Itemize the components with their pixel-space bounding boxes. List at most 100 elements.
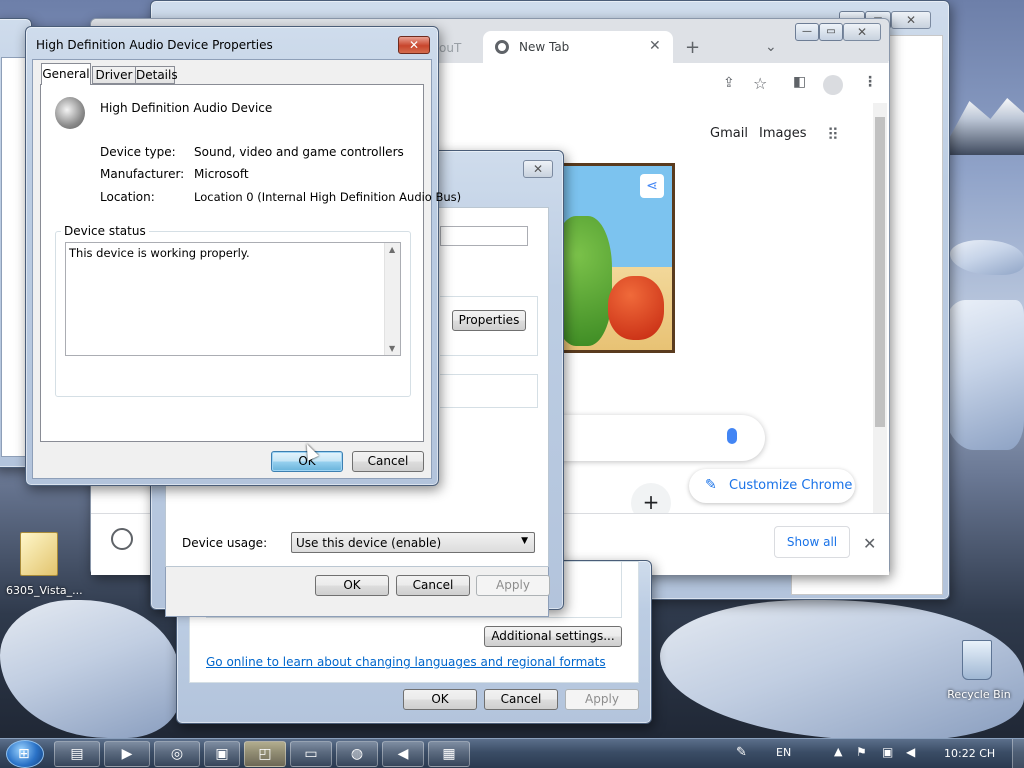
ice-bg [940,300,1024,450]
speaker-icon [55,97,85,129]
status-scrollbar[interactable]: ▲ ▼ [384,243,400,355]
device-status-label: Device status [61,224,149,238]
close-download-bar-icon[interactable]: ✕ [863,534,876,553]
dialog-close-button[interactable]: ✕ [398,36,430,54]
side-panel-icon[interactable]: ◧ [793,74,806,90]
share-icon[interactable]: ⇪ [723,75,735,91]
dropdown-arrow-icon: ▼ [521,536,528,546]
device-dialog-close-button[interactable]: ✕ [523,160,553,178]
images-link[interactable]: Images [759,126,807,141]
additional-settings-button[interactable]: Additional settings... [484,626,622,647]
taskbar-window-2[interactable]: ▭ [290,741,332,767]
manufacturer-label: Manufacturer: [100,167,185,181]
flag-icon[interactable]: ⚑ [856,745,867,759]
recycle-bin-icon [962,640,992,680]
chrome-icon: ◎ [170,746,184,762]
apps-grid-icon[interactable]: ⠿ [827,125,839,144]
ice-bg [0,600,180,738]
region-cancel-button[interactable]: Cancel [484,689,558,710]
profile-avatar-icon[interactable] [823,75,843,95]
chrome-logo-icon [495,40,509,54]
ice-bg [950,240,1024,275]
device-type-value: Sound, video and game controllers [194,145,404,159]
device-manager-icon: ▣ [215,746,229,762]
page-scrollbar[interactable] [873,103,887,513]
show-all-button[interactable]: Show all [774,526,850,558]
device-ok-button[interactable]: OK [315,575,389,596]
close-button[interactable]: ✕ [891,11,931,29]
general-tab-panel: High Definition Audio Device Device type… [40,84,461,442]
location-value: Location 0 (Internal High Definition Aud… [194,190,462,204]
device-status-text: This device is working properly. [69,246,250,260]
tab-partial[interactable]: ouT [439,41,461,55]
show-desktop-button[interactable] [1012,739,1024,768]
region-apply-button[interactable]: Apply [565,689,639,710]
tab-close-icon[interactable]: ✕ [649,38,661,54]
online-info-link[interactable]: Go online to learn about changing langua… [206,655,606,669]
action-center-icon[interactable]: ✎ [736,745,747,760]
desktop-recycle-bin[interactable]: Recycle Bin [942,638,1016,704]
taskbar-network[interactable]: ◍ [336,741,378,767]
tab-details[interactable]: Details [135,66,178,84]
globe-icon: ◍ [350,746,364,762]
device-type-label: Device type: [100,145,176,159]
bookmark-star-icon[interactable]: ☆ [753,74,767,93]
tab-search-icon[interactable]: ⌄ [765,39,777,55]
speaker-icon: ◀ [397,746,409,762]
window-icon: ▭ [304,746,318,762]
language-indicator[interactable]: EN [776,746,791,759]
start-button[interactable]: ⊞ [6,740,44,768]
desktop-folder-label: 6305_Vista_... [6,584,83,597]
volume-icon[interactable]: ◀ [906,745,915,759]
taskbar-chrome[interactable]: ◎ [154,741,200,767]
audio-properties-dialog: High Definition Audio Device Properties … [25,26,461,486]
tab-details-label: Details [136,68,178,82]
tab-driver[interactable]: Driver [92,66,136,84]
customize-chrome-button[interactable]: ✎ Customize Chrome [689,469,855,503]
device-cancel-button[interactable]: Cancel [396,575,470,596]
device-status-textbox[interactable]: This device is working properly. ▲ ▼ [65,242,401,356]
properties-button[interactable]: Properties [452,310,526,331]
pencil-icon: ✎ [705,477,717,493]
taskbar-printer[interactable]: ▦ [428,741,470,767]
show-hidden-icons-icon[interactable]: ▲ [834,745,842,758]
chrome-maximize-button[interactable]: ▭ [819,23,843,41]
manufacturer-value: Microsoft [194,167,249,181]
scroll-down-icon[interactable]: ▼ [389,344,395,353]
search-box[interactable] [551,415,765,461]
device-usage-label: Device usage: [182,536,268,550]
clock[interactable]: 10:22 CH [944,747,995,760]
doodle-share-icon[interactable]: ⋖ [640,174,664,198]
chrome-minimize-button[interactable]: — [795,23,819,41]
new-tab-icon[interactable]: + [685,37,700,58]
desktop-folder[interactable]: 6305_Vista_... [6,530,83,600]
media-player-icon: ▶ [121,746,133,762]
network-icon[interactable]: ▣ [882,745,893,759]
device-apply-button[interactable]: Apply [476,575,550,596]
google-doodle-image[interactable]: ⋖ [559,163,675,353]
customize-chrome-label: Customize Chrome [729,478,853,493]
recycle-bin-label: Recycle Bin [947,688,1011,701]
taskbar-device-manager[interactable]: ▣ [204,741,240,767]
device-usage-select[interactable]: Use this device (enable) ▼ [291,532,535,553]
taskbar-media-player[interactable]: ▶ [104,741,150,767]
taskbar-sound[interactable]: ◀ [382,741,424,767]
dialog-cancel-button[interactable]: Cancel [352,451,424,472]
menu-kebab-icon[interactable]: ⋮ [863,74,877,90]
voice-search-icon[interactable] [727,428,737,444]
region-ok-button[interactable]: OK [403,689,477,710]
gmail-link[interactable]: Gmail [710,126,748,141]
tab-new-tab[interactable]: New Tab ✕ [483,31,673,63]
mountain-bg [940,98,1024,155]
device-usage-value: Use this device (enable) [296,536,442,550]
download-file-icon[interactable] [111,528,133,550]
tab-general[interactable]: General [41,63,91,85]
scroll-up-icon[interactable]: ▲ [389,245,395,254]
taskbar-control-panel[interactable]: ◰ [244,741,286,767]
chrome-close-button[interactable]: ✕ [843,23,881,41]
text-field [440,226,528,246]
location-label: Location: [100,190,155,204]
taskbar-explorer[interactable]: ▤ [54,741,100,767]
folder-icon: ▤ [70,746,84,762]
windows-logo-icon: ⊞ [18,746,30,762]
